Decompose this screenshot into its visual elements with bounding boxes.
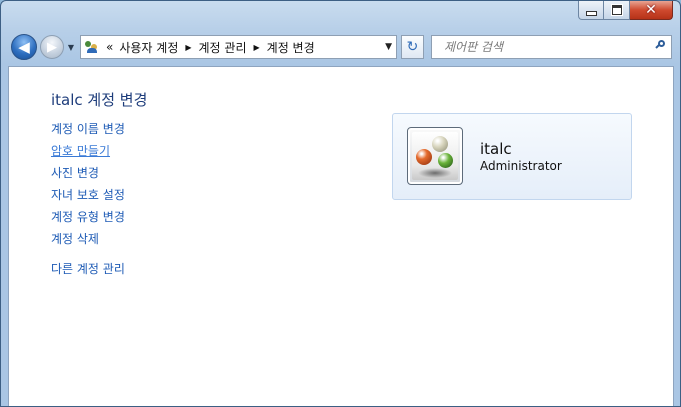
forward-button[interactable]: ▶	[40, 35, 64, 59]
recent-pages-button[interactable]: ▼	[66, 40, 76, 54]
task-list: 계정 이름 변경 암호 만들기 사진 변경 자녀 보호 설정 계정 유형 변경 …	[51, 122, 125, 254]
title-bar[interactable]: ✕	[1, 1, 680, 27]
delete-account-link[interactable]: 계정 삭제	[51, 232, 125, 254]
marble-icon	[416, 149, 432, 165]
breadcrumb-separator-icon[interactable]: ▶	[185, 43, 191, 52]
maximize-button[interactable]	[604, 1, 630, 20]
refresh-icon: ↻	[406, 39, 419, 55]
content-pane: italc 계정 변경 계정 이름 변경 암호 만들기 사진 변경 자녀 보호 …	[8, 66, 674, 406]
minimize-button[interactable]	[578, 1, 604, 20]
breadcrumb-separator-icon[interactable]: ▶	[254, 43, 260, 52]
back-button[interactable]: ◀	[11, 34, 37, 60]
caption-buttons: ✕	[578, 1, 673, 20]
navigation-bar: ◀ ▶ ▼ « 사용자 계정 ▶ 계정 관리 ▶ 계정 변경 ▼ ↻	[1, 31, 680, 65]
refresh-button[interactable]: ↻	[401, 35, 424, 59]
search-input[interactable]	[444, 40, 644, 54]
address-bar[interactable]: « 사용자 계정 ▶ 계정 관리 ▶ 계정 변경 ▼	[80, 35, 397, 59]
manage-other-accounts-link[interactable]: 다른 계정 관리	[51, 260, 125, 277]
breadcrumb-item-change-account[interactable]: 계정 변경	[267, 39, 315, 56]
close-button[interactable]: ✕	[630, 1, 673, 20]
search-box	[431, 35, 672, 59]
change-account-type-link[interactable]: 계정 유형 변경	[51, 210, 125, 232]
forward-arrow-icon: ▶	[47, 39, 57, 55]
window: ✕ ◀ ▶ ▼ « 사용자 계정 ▶ 계정 관리 ▶ 계정 변경 ▼ ↻ 제어판…	[0, 0, 681, 407]
change-name-link[interactable]: 계정 이름 변경	[51, 122, 125, 144]
back-arrow-icon: ◀	[18, 38, 30, 56]
parental-controls-link[interactable]: 자녀 보호 설정	[51, 188, 125, 210]
marble-icon	[438, 153, 453, 168]
close-icon: ✕	[645, 2, 657, 18]
account-name: italc	[480, 140, 512, 158]
change-picture-link[interactable]: 사진 변경	[51, 166, 125, 188]
chevron-down-icon: ▼	[67, 42, 75, 52]
search-icon[interactable]	[655, 40, 666, 50]
minimize-icon	[585, 10, 597, 16]
breadcrumb-item-user-accounts[interactable]: 사용자 계정	[119, 39, 178, 56]
breadcrumb-overflow-button[interactable]: «	[106, 40, 113, 54]
page-title: italc 계정 변경	[51, 91, 148, 109]
address-dropdown-icon[interactable]: ▼	[385, 42, 392, 52]
create-password-link[interactable]: 암호 만들기	[51, 144, 125, 166]
account-tile: italc Administrator	[392, 113, 632, 200]
maximize-icon	[611, 5, 622, 15]
avatar-frame	[407, 127, 463, 185]
user-accounts-icon	[84, 39, 102, 55]
breadcrumb-item-manage-accounts[interactable]: 계정 관리	[199, 39, 247, 56]
marble-icon	[432, 136, 448, 152]
avatar	[412, 132, 458, 180]
account-type: Administrator	[480, 159, 562, 173]
